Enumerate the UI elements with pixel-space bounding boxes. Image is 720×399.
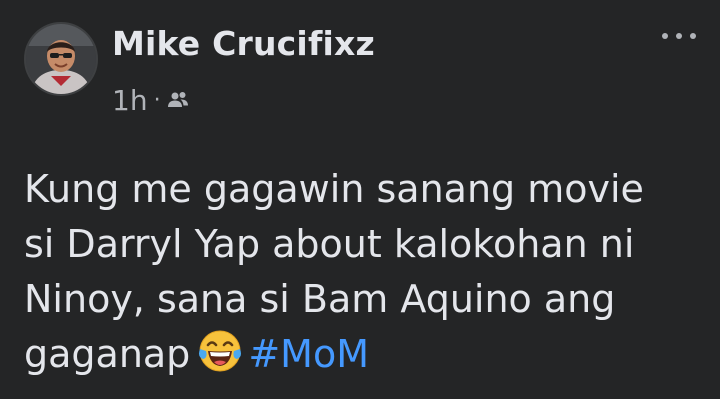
post-timestamp[interactable]: 1h: [112, 84, 148, 117]
hashtag-link[interactable]: #MoM: [248, 332, 369, 376]
post-body: Kung me gagawin sanang movie si Darryl Y…: [24, 162, 704, 382]
post-text-line: Ninoy, sana si Bam Aquino ang: [24, 277, 616, 321]
post-meta: 1h ·: [112, 84, 189, 117]
friends-icon[interactable]: [167, 90, 189, 110]
post-card: Mike Crucifixz 1h · Kung me gagawin sana…: [0, 0, 720, 399]
post-text-fragment: gaganap: [24, 332, 191, 376]
author-avatar[interactable]: [24, 22, 98, 96]
author-name[interactable]: Mike Crucifixz: [112, 24, 375, 63]
face-with-tears-of-joy-emoji: [198, 329, 242, 373]
post-text-line-last: gaganap #MoM: [24, 327, 704, 382]
post-text-line: si Darryl Yap about kalokohan ni: [24, 222, 635, 266]
more-options-icon[interactable]: [662, 26, 696, 46]
post-text-line: Kung me gagawin sanang movie: [24, 167, 644, 211]
meta-separator: ·: [153, 88, 161, 113]
more-dot: [676, 33, 682, 39]
more-dot: [690, 33, 696, 39]
more-dot: [662, 33, 668, 39]
